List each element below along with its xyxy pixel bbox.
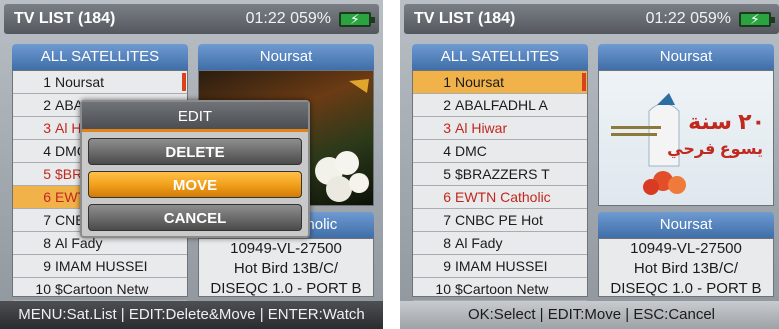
preview-header: Noursat [598,44,774,70]
channel-row-9[interactable]: 9 IMAM HUSSEI [413,255,587,278]
cancel-button[interactable]: CANCEL [88,204,302,231]
diseqc-line: DISEQC 1.0 - PORT B [610,280,762,297]
channel-row-7[interactable]: 7CNBC PE Hot [413,209,587,232]
satellite-line: Hot Bird 13B/C/ [233,260,339,277]
page-title: TV LIST (184) [414,10,516,27]
channel-info: 10949-VL-27500 Hot Bird 13B/C/ DISEQC 1.… [198,238,374,297]
preview-header: Noursat [198,44,374,70]
channel-row-1[interactable]: 1 Noursat [13,71,187,94]
poster-subtitle-text: يسوع فرحي [667,141,763,158]
channel-row-6[interactable]: 6EWTN Catholic [413,186,587,209]
channel-preview: ٢٠ سنة يسوع فرحي [598,70,774,206]
info-header: Noursat [598,212,774,238]
channel-row-9[interactable]: 9 IMAM HUSSEI [13,255,187,278]
top-bar: TV LIST (184) 01:22 059% ⚡ [404,4,779,34]
scroll-marker [182,73,186,91]
channel-row-10[interactable]: 10 $Cartoon Netw [13,278,187,301]
channel-row-8[interactable]: 8 Al Fady [413,232,587,255]
battery-icon: ⚡ [339,12,375,27]
channel-row-5[interactable]: 5$BRAZZERS T [413,163,587,186]
move-button[interactable]: MOVE [88,171,302,198]
diseqc-line: DISEQC 1.0 - PORT B [210,280,362,297]
tv-list-screen-move-mode: TV LIST (184) 01:22 059% ⚡ ALL SATELLITE… [400,0,779,329]
battery-icon: ⚡ [739,12,775,27]
poster-title-text: ٢٠ سنة [688,109,765,134]
list-header: ALL SATELLITES [12,44,188,70]
dialog-title: EDIT [82,102,308,132]
footer-hints: MENU:Sat.List | EDIT:Delete&Move | ENTER… [0,301,383,329]
channel-row-4[interactable]: 4 DMC [413,140,587,163]
channel-row-2[interactable]: 2ABALFADHL A [413,94,587,117]
channel-row-3[interactable]: 3Al Hiwar [413,117,587,140]
top-bar: TV LIST (184) 01:22 059% ⚡ [4,4,379,34]
edit-dialog: EDIT DELETE MOVE CANCEL [80,100,310,238]
channel-row-1[interactable]: 1 Noursat [413,71,587,94]
channel-info: 10949-VL-27500 Hot Bird 13B/C/ DISEQC 1.… [598,238,774,297]
delete-button[interactable]: DELETE [88,138,302,165]
page-title: TV LIST (184) [14,10,116,27]
frequency-line: 10949-VL-27500 [230,240,342,257]
footer-hints: OK:Select | EDIT:Move | ESC:Cancel [400,301,779,329]
satellite-line: Hot Bird 13B/C/ [633,260,739,277]
clock-status: 01:22 059% [645,10,731,27]
clock-status: 01:22 059% [245,10,331,27]
list-header: ALL SATELLITES [412,44,588,70]
scroll-marker [582,73,586,91]
tv-list-screen-edit-dialog: TV LIST (184) 01:22 059% ⚡ ALL SATELLITE… [0,0,383,329]
frequency-line: 10949-VL-27500 [630,240,742,257]
channel-row-10[interactable]: 10 $Cartoon Netw [413,278,587,301]
channel-list[interactable]: 1Noursat 2ABALFADHL A 3Al Hiwar 4DMC 5$B… [412,70,588,301]
